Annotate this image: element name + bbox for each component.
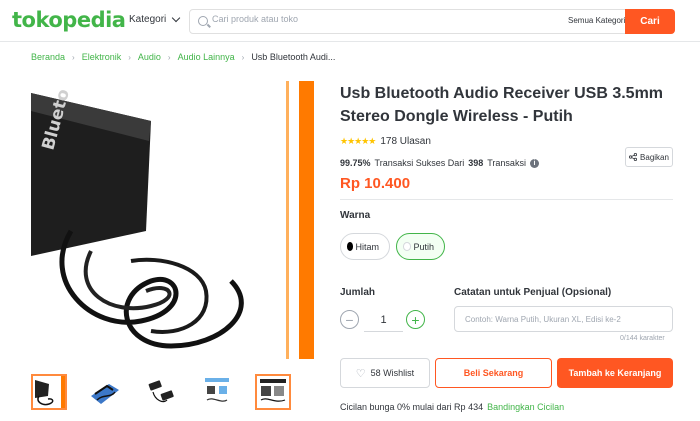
thumbnail-3[interactable] [143, 374, 179, 410]
category-menu[interactable]: Kategori [129, 13, 181, 25]
quantity-input[interactable] [364, 308, 403, 332]
share-icon [629, 153, 638, 161]
notes-input[interactable] [454, 306, 673, 332]
breadcrumb-link-elektronik[interactable]: Elektronik [82, 52, 122, 62]
product-title: Usb Bluetooth Audio Receiver USB 3.5mm S… [340, 85, 664, 125]
search-bar: Semua Kategori Cari [189, 9, 675, 34]
wishlist-label: 58 Wishlist [370, 368, 415, 378]
chevron-right-icon: › [241, 52, 245, 62]
chevron-right-icon: › [167, 52, 171, 62]
tokopedia-logo[interactable]: tokopedia [12, 8, 126, 32]
wishlist-button[interactable]: ♡ 58 Wishlist [340, 358, 430, 388]
heart-icon: ♡ [355, 367, 366, 380]
product-rating: ★★★★★ 178 Ulasan [340, 136, 431, 147]
variant-option-label: Hitam [355, 241, 379, 252]
notes-label: Catatan untuk Penjual (Opsional) [454, 287, 612, 298]
rating-stars: ★★★★★ [340, 136, 376, 146]
thumbnail-strip [31, 374, 291, 410]
add-to-cart-button[interactable]: Tambah ke Keranjang [557, 358, 673, 388]
installment-text: Cicilan bunga 0% mulai dari Rp 434 [340, 402, 484, 412]
chevron-right-icon: › [128, 52, 131, 62]
success-rate: 99.75% [340, 158, 371, 168]
thumbnail-2[interactable] [87, 374, 123, 410]
search-button[interactable]: Cari [625, 9, 675, 34]
breadcrumb-link-audio[interactable]: Audio [138, 52, 161, 62]
quantity-decrease-button[interactable]: − [340, 310, 359, 329]
variant-option-hitam[interactable]: Hitam [340, 233, 390, 260]
quantity-label: Jumlah [340, 287, 376, 298]
chevron-right-icon: › [72, 52, 75, 62]
top-header: tokopedia Kategori Semua Kategori Cari [0, 0, 700, 42]
variant-label: Warna [340, 210, 371, 221]
bluetooth-receiver-image: Blueto [31, 81, 314, 359]
product-main-image[interactable]: Blueto [31, 81, 314, 359]
chevron-down-icon [172, 13, 181, 23]
variant-option-label: Putih [413, 241, 434, 252]
category-label: Kategori [129, 14, 167, 25]
transaction-count: 398 [468, 158, 484, 168]
thumbnail-1[interactable] [31, 374, 67, 410]
transaction-label: Transaksi [487, 158, 526, 168]
breadcrumb-link-audio-lainnya[interactable]: Audio Lainnya [178, 52, 235, 62]
compare-installment-link[interactable]: Bandingkan Cicilan [487, 402, 564, 412]
thumbnail-4[interactable] [199, 374, 235, 410]
breadcrumb: Beranda › Elektronik › Audio › Audio Lai… [31, 52, 335, 62]
share-label: Bagikan [640, 152, 669, 162]
info-icon[interactable]: i [529, 158, 539, 168]
product-price: Rp 10.400 [340, 175, 411, 192]
color-swatch-white [403, 242, 412, 251]
breadcrumb-current: Usb Bluetooth Audi... [251, 52, 336, 62]
variant-option-putih[interactable]: Putih [396, 233, 445, 260]
search-icon [198, 16, 208, 26]
notes-char-count: 0/144 karakter [620, 335, 665, 342]
installment-info: Cicilan bunga 0% mulai dari Rp 434 Bandi… [340, 402, 564, 412]
breadcrumb-link-beranda[interactable]: Beranda [31, 52, 65, 62]
thumbnail-5[interactable] [255, 374, 291, 410]
buy-now-button[interactable]: Beli Sekarang [435, 358, 552, 388]
quantity-stepper: − + [340, 308, 426, 332]
search-input[interactable] [212, 14, 532, 24]
success-text: Transaksi Sukses Dari [374, 158, 465, 168]
color-swatch-black [347, 242, 354, 251]
share-button[interactable]: Bagikan [625, 147, 673, 167]
section-divider [340, 199, 673, 200]
review-count[interactable]: 178 Ulasan [380, 136, 431, 147]
transaction-stats: 99.75% Transaksi Sukses Dari 398 Transak… [340, 158, 539, 168]
search-category-label: Semua Kategori [568, 16, 626, 25]
quantity-increase-button[interactable]: + [406, 310, 425, 329]
